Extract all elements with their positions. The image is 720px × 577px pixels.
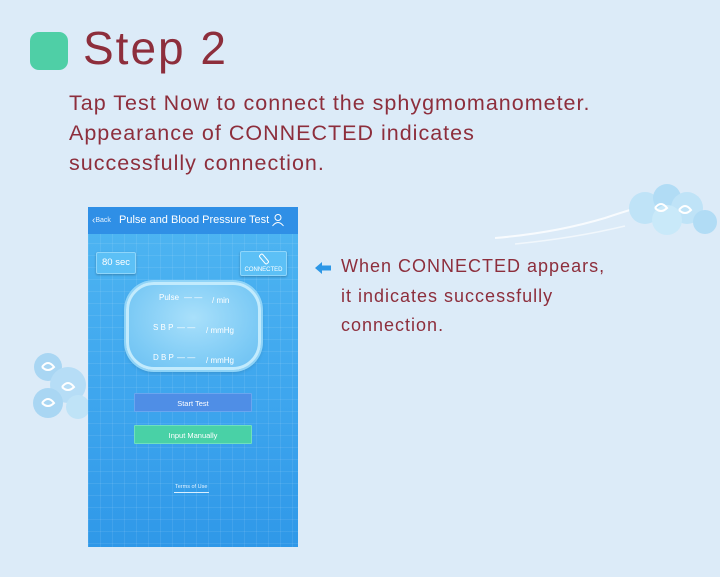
user-icon[interactable] — [271, 213, 285, 227]
timer-button[interactable]: 80 sec — [96, 252, 136, 274]
connection-status-label: CONNECTED — [244, 267, 283, 273]
cloud-decoration-left — [33, 353, 90, 419]
bluetooth-link-icon — [259, 253, 269, 265]
start-test-button[interactable]: Start Test — [134, 393, 252, 412]
arrow-left-icon — [315, 262, 331, 274]
terms-underline — [174, 492, 209, 493]
metric-unit: / mmHg — [206, 356, 234, 365]
metric-value: — — — [177, 353, 196, 362]
step-title: Step 2 — [83, 22, 228, 74]
connected-note: When CONNECTED appears, it indicates suc… — [341, 252, 701, 341]
intro-line: Tap Test Now to connect the sphygmomanom… — [69, 91, 591, 115]
note-line: When CONNECTED appears, — [341, 256, 606, 276]
metric-label: D B P — [153, 353, 174, 362]
back-button[interactable]: ‹Back — [92, 215, 111, 226]
metric-value: — — — [177, 323, 196, 332]
terms-of-use-link[interactable]: Terms of Use — [175, 484, 207, 490]
input-manually-button[interactable]: Input Manually — [134, 425, 252, 444]
back-label: Back — [95, 217, 111, 224]
screen-title: Pulse and Blood Pressure Test — [119, 214, 270, 226]
metric-label: S B P — [153, 323, 174, 332]
cloud-decoration-right — [495, 184, 717, 245]
intro-line: successfully connection. — [69, 151, 325, 175]
phone-screen: ‹Back Pulse and Blood Pressure Test 80 s… — [88, 207, 298, 547]
note-line: it indicates successfully — [341, 285, 554, 306]
app-header: ‹Back Pulse and Blood Pressure Test — [88, 207, 298, 234]
intro-line: Appearance of CONNECTED indicates — [69, 121, 475, 145]
metric-unit: / min — [212, 296, 230, 305]
step-badge — [30, 32, 68, 70]
metric-label: Pulse — [159, 293, 180, 302]
note-line: connection. — [341, 315, 445, 335]
metric-value: — — — [184, 293, 203, 302]
intro-text: Tap Test Now to connect the sphygmomanom… — [69, 88, 709, 178]
connection-status-button[interactable]: CONNECTED — [240, 251, 287, 276]
metric-unit: / mmHg — [206, 326, 234, 335]
readout-panel: Pulse — — / min S B P — — / mmHg D B P —… — [126, 282, 261, 370]
